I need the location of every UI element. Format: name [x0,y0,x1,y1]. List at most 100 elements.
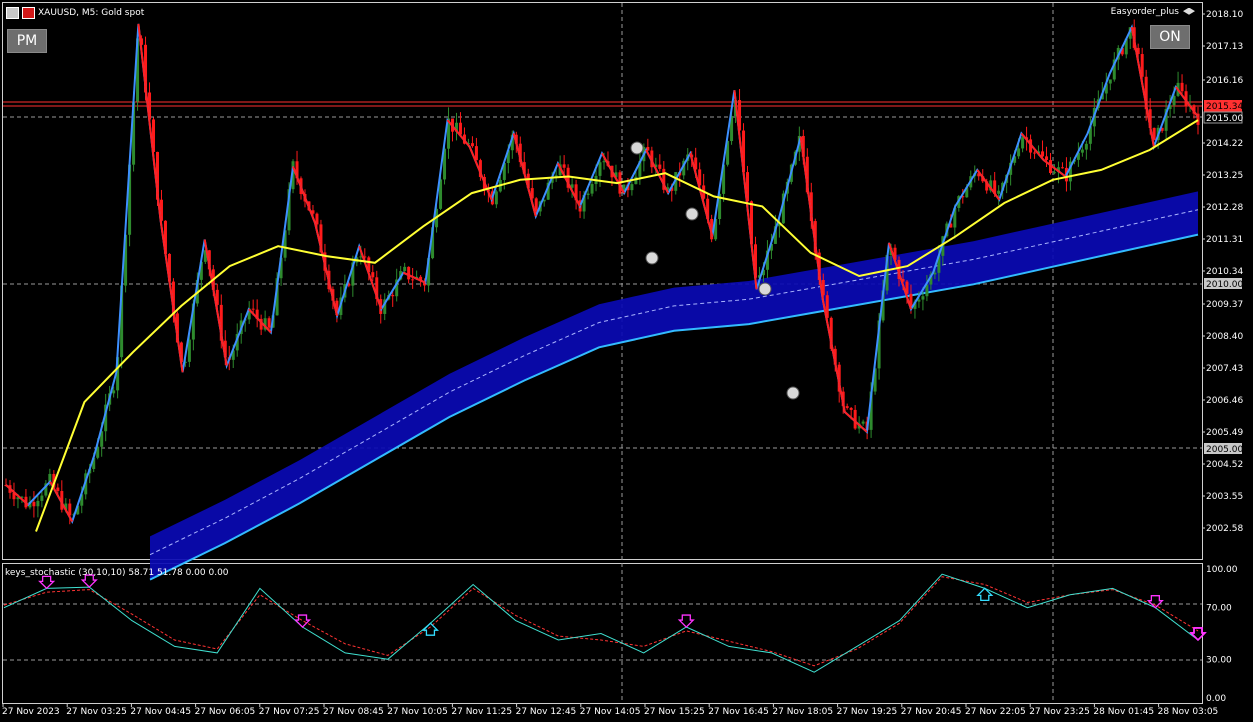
time-axis-label: 27 Nov 15:25 [644,707,705,717]
price-axis-label: 2005.49 [1206,428,1243,438]
indicator-title: keys_stochastic (30,10,10) 58.71 51.78 0… [5,568,229,578]
zigzag-down-segment [512,133,537,217]
candle-body [267,318,271,328]
candle-body [1017,148,1021,157]
graduation-cap-icon [1183,7,1195,15]
on-button[interactable]: ON [1150,25,1190,49]
price-axis-label: 2002.58 [1206,524,1243,534]
time-axis-label: 27 Nov 11:25 [451,707,512,717]
candle-body [534,198,538,212]
zigzag-down-segment [137,23,162,220]
main-plot-frame [2,2,1203,560]
zigzag-down-segment [446,119,471,148]
candle-body [586,193,590,195]
candle-body [997,190,1001,194]
stoch-axis-label: 70.00 [1206,604,1232,614]
marker-icon[interactable] [630,141,644,155]
marker-icon[interactable] [645,251,659,265]
time-axis-label: 27 Nov 22:05 [965,707,1026,717]
zigzag-down-segment [159,219,184,373]
expert-advisor-label: Easyorder_plus [1111,7,1195,17]
candle-body [470,143,474,147]
candle-body [403,266,407,272]
price-axis-label: 2003.55 [1206,492,1243,502]
level-label-2005: 2005.00 [1206,445,1243,455]
ea-name: Easyorder_plus [1110,7,1179,17]
trade-markers [630,141,800,400]
time-axis-label: 27 Nov 06:05 [195,707,256,717]
time-axis-label: 27 Nov 04:45 [130,707,191,717]
candle-body [849,407,853,410]
zigzag-down-segment [292,166,316,224]
candle-body [371,272,375,278]
candle-body [1033,152,1037,154]
price-axis-label: 2008.40 [1206,332,1243,342]
candle-body [1108,79,1112,84]
marker-icon[interactable] [786,386,800,400]
time-axis-label: 28 Nov 03:05 [1158,707,1219,717]
price-axis-label: 2013.25 [1206,171,1243,181]
candle-body [658,164,662,169]
stoch-main-line [3,573,1199,673]
zigzag-down-segment [1020,132,1045,161]
candle-body [921,296,925,300]
arrow-up-icon [421,622,439,636]
arrow-down-icon [293,614,312,628]
candle-body [407,266,411,280]
price-axis-label: 2011.31 [1206,235,1243,245]
candle-body [1060,167,1064,169]
candle-body [32,501,36,507]
time-axis-label: 27 Nov 2023 [2,707,60,717]
price-axis-label: 2017.13 [1206,42,1243,52]
candle-body [917,299,921,302]
stoch-signal-line [3,576,1199,667]
price-axis-label: 2009.37 [1206,300,1243,310]
time-axis-label: 27 Nov 18:05 [772,707,833,717]
candle-body [1041,151,1045,157]
candle-body [602,161,606,163]
candle-body [1045,156,1049,161]
time-axis-label: 27 Nov 08:45 [323,707,384,717]
stoch-axis: 100.00 70.00 30.00 0.00 [1206,565,1238,704]
zigzag-down-segment [203,239,228,366]
time-axis: 27 Nov 2023 27 Nov 03:25 27 Nov 04:45 27 No… [2,704,1218,717]
candle-body [845,406,849,408]
price-axis-label: 2010.34 [1206,267,1243,277]
time-axis-label: 27 Nov 14:05 [580,707,641,717]
candle-body [40,495,44,501]
chart-window-icon[interactable] [6,7,19,19]
zigzag-down-segment [5,484,29,506]
level-label-2015: 2015.00 [1206,114,1243,124]
candle-body [590,184,594,194]
candle-body [562,164,566,168]
marker-icon[interactable] [685,207,699,221]
candle-body [112,390,116,394]
candle-body [861,421,865,424]
stoch-axis-label: 30.00 [1206,655,1232,665]
flag-icon [22,7,35,19]
zigzag-down-segment [468,146,493,201]
candle-body [598,162,602,176]
stoch-axis-label: 100.00 [1206,565,1238,575]
candle-body [411,279,415,281]
candle-body [251,308,255,310]
marker-icon[interactable] [758,282,772,296]
candle-body [494,191,498,205]
candle-body [56,487,60,492]
time-axis-label: 27 Nov 19:25 [837,707,898,717]
band-lower-edge [149,233,1199,581]
candle-body [1080,149,1084,153]
time-axis-label: 27 Nov 20:45 [901,707,962,717]
symbol-title: XAUUSD, M5: Gold spot [38,8,145,18]
zigzag-down-segment [733,90,758,290]
chart-title: XAUUSD, M5: Gold spot [6,6,144,20]
candle-body [1052,172,1056,174]
pm-button[interactable]: PM [7,29,47,53]
time-axis-label: 27 Nov 10:05 [387,707,448,717]
indicator-plot-frame [2,563,1203,704]
trading-chart[interactable]: 2018.10 2017.13 2016.16 2014.22 2013.25 2012.… [0,0,1253,722]
price-axis-label: 2016.16 [1206,76,1243,86]
time-axis-label: 27 Nov 23:25 [1029,707,1090,717]
price-axis-label: 2007.43 [1206,364,1243,374]
time-axis-label: 27 Nov 03:25 [66,707,127,717]
